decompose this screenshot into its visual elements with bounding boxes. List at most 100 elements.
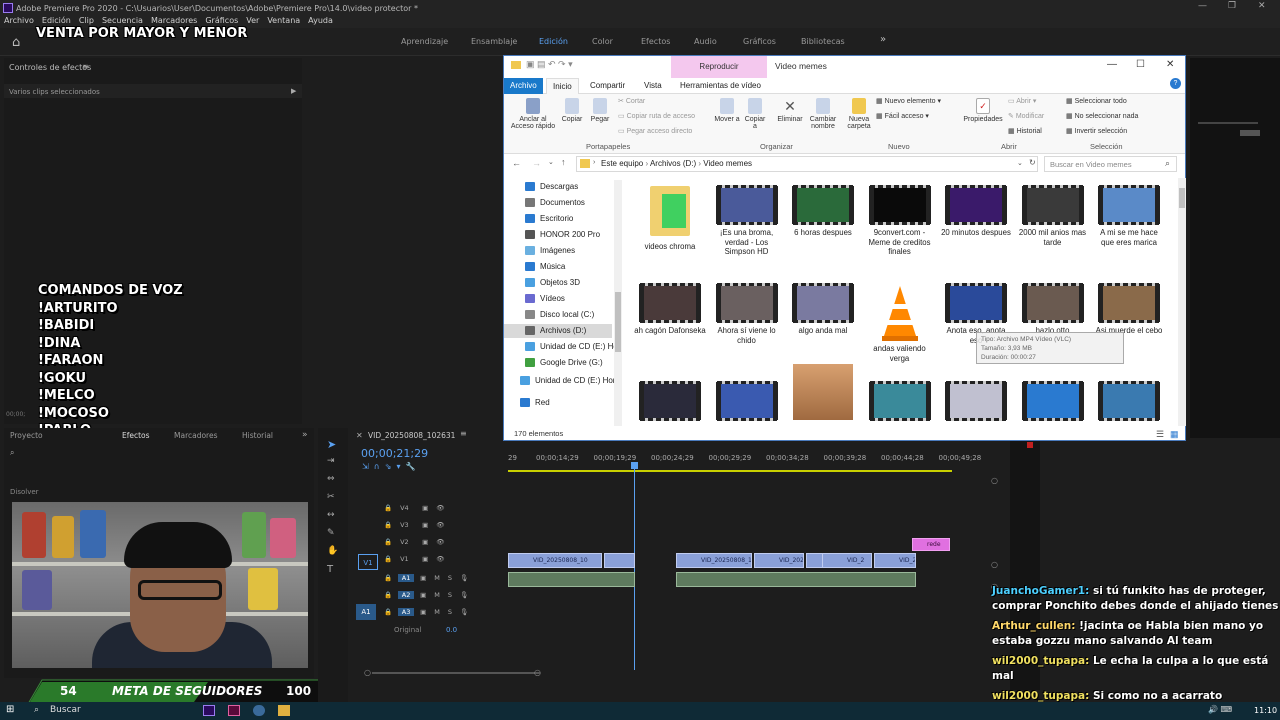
properties-button[interactable]: ✓ Propiedades: [960, 98, 1006, 123]
workspace-tab-0[interactable]: Aprendizaje: [401, 37, 448, 46]
file-item-9[interactable]: algo anda mal: [787, 283, 859, 336]
paste-shortcut-button[interactable]: ▭ Pegar acceso directo: [618, 127, 692, 135]
file-item-17[interactable]: [864, 381, 936, 424]
breadcrumb-1[interactable]: Archivos (D:): [650, 159, 696, 168]
help-icon[interactable]: ?: [1170, 78, 1181, 89]
hand-tool-icon[interactable]: ✋: [327, 546, 338, 556]
mic-icon[interactable]: 🎙: [460, 608, 468, 616]
workspace-tab-1[interactable]: Ensamblaje: [471, 37, 517, 46]
sync-icon[interactable]: ▣: [420, 591, 426, 599]
playhead-timecode[interactable]: 00;00;21;29: [361, 447, 428, 460]
effect-controls-title[interactable]: Controles de efectos: [9, 63, 91, 72]
breadcrumb-0[interactable]: Este equipo: [601, 159, 643, 168]
open-button[interactable]: ▭ Abrir ▾: [1008, 97, 1036, 105]
clip-v1-0[interactable]: VID_20250808_10: [508, 553, 602, 568]
address-dropdown-icon[interactable]: ⌄: [1017, 159, 1023, 167]
address-bar[interactable]: › Este equipo › Archivos (D:) › Video me…: [576, 156, 1038, 172]
original-value[interactable]: 0.0: [446, 626, 457, 634]
history-button[interactable]: ▦ Historial: [1008, 127, 1042, 135]
file-item-0[interactable]: videos chroma: [634, 186, 706, 252]
project-tab-1[interactable]: Efectos: [122, 431, 150, 440]
mute-button[interactable]: M: [434, 574, 440, 582]
ripple-edit-tool-icon[interactable]: ⇔: [327, 474, 335, 484]
premiere-taskbar-icon[interactable]: [203, 705, 215, 716]
nav-item-3[interactable]: HONOR 200 Pro: [525, 228, 600, 242]
close-icon[interactable]: ✕: [1258, 1, 1266, 11]
ribbon-tab-1[interactable]: Inicio: [546, 78, 579, 94]
select-all-button[interactable]: ▦ Seleccionar todo: [1066, 97, 1127, 105]
invert-selection-button[interactable]: ▦ Invertir selección: [1066, 127, 1127, 135]
play-only-icon[interactable]: ▶: [291, 87, 296, 95]
file-item-10[interactable]: andas valiendo verga: [864, 284, 936, 363]
sync-icon[interactable]: ▣: [420, 574, 426, 582]
project-tab-3[interactable]: Historial: [242, 431, 273, 440]
menu-item-7[interactable]: Ventana: [267, 16, 300, 28]
file-item-12[interactable]: hazlo otto: [1017, 283, 1089, 336]
explorer-search-box[interactable]: Buscar en Video memes ⌕: [1044, 156, 1177, 172]
clip-v2[interactable]: rede: [912, 538, 950, 551]
forward-icon[interactable]: →: [532, 158, 541, 168]
clip-v1-5[interactable]: VID_2: [822, 553, 872, 568]
move-to-button[interactable]: Mover a: [714, 98, 740, 123]
nav-scrollbar[interactable]: [614, 180, 622, 426]
mute-button[interactable]: M: [434, 591, 440, 599]
new-item-button[interactable]: ▦ Nuevo elemento ▾: [876, 97, 941, 105]
ribbon-tab-0[interactable]: Archivo: [504, 78, 543, 94]
easy-access-button[interactable]: ▦ Fácil acceso ▾: [876, 112, 929, 120]
menu-item-8[interactable]: Ayuda: [308, 16, 333, 28]
explorer-close-icon[interactable]: ✕: [1166, 59, 1174, 70]
up-icon[interactable]: ↑: [561, 157, 566, 167]
nav-item-2[interactable]: Escritorio: [525, 212, 573, 226]
lock-icon[interactable]: 🔒: [384, 608, 392, 616]
clip-v1-6[interactable]: VID_20: [874, 553, 916, 568]
clip-v1-3[interactable]: VID_2025: [754, 553, 804, 568]
file-item-2[interactable]: 6 horas despues: [787, 185, 859, 238]
pen-tool-icon[interactable]: ✎: [327, 528, 335, 538]
type-tool-icon[interactable]: T: [327, 564, 333, 575]
panel-menu-icon[interactable]: ≡: [82, 62, 89, 71]
nav-item-11[interactable]: Google Drive (G:): [525, 356, 603, 370]
paste-button[interactable]: Pegar: [588, 98, 612, 123]
lock-icon[interactable]: 🔒: [384, 538, 392, 546]
close-sequence-icon[interactable]: ✕: [356, 431, 363, 440]
solo-button[interactable]: S: [448, 591, 452, 599]
file-item-6[interactable]: A mi se me hace que eres marica: [1093, 185, 1165, 247]
sync-icon[interactable]: ▣: [422, 504, 428, 512]
nav-item-6[interactable]: Objetos 3D: [525, 276, 580, 290]
lock-icon[interactable]: 🔒: [384, 591, 392, 599]
taskbar-search-box[interactable]: Buscar: [50, 705, 81, 715]
file-item-8[interactable]: Ahora sí viene lo chido: [711, 283, 783, 345]
refresh-icon[interactable]: ↻: [1029, 158, 1036, 167]
solo-button[interactable]: S: [448, 574, 452, 582]
sync-icon[interactable]: ▣: [422, 521, 428, 529]
file-item-14[interactable]: [634, 381, 706, 424]
explorer-maximize-icon[interactable]: ☐: [1136, 59, 1145, 70]
contextual-tab-reproducir[interactable]: Reproducir: [671, 56, 767, 78]
cut-button[interactable]: ✂ Cortar: [618, 97, 645, 105]
sequence-tab[interactable]: VID_20250808_102631: [368, 431, 455, 440]
sync-icon[interactable]: ▣: [422, 555, 428, 563]
nav-item-12[interactable]: Unidad de CD (E:) Hon: [520, 374, 617, 388]
delete-button[interactable]: ✕ Eliminar: [774, 98, 806, 123]
nav-item-9[interactable]: Archivos (D:): [504, 324, 612, 338]
project-tab-2[interactable]: Marcadores: [174, 431, 218, 440]
file-item-1[interactable]: ¡Es una broma, verdad - Los Simpson HD: [711, 185, 783, 257]
explorer-taskbar-icon[interactable]: [278, 705, 290, 716]
lock-icon[interactable]: 🔒: [384, 555, 392, 563]
tray-icons[interactable]: 🔊 ⌨: [1208, 705, 1232, 714]
rename-button[interactable]: Cambiar nombre: [806, 98, 840, 130]
large-icons-view-icon[interactable]: ▦: [1170, 428, 1179, 440]
new-folder-button[interactable]: Nueva carpeta: [844, 98, 874, 130]
workspace-tab-6[interactable]: Gráficos: [743, 37, 776, 46]
video-source-patch[interactable]: V1: [358, 554, 378, 570]
copy-path-button[interactable]: ▭ Copiar ruta de acceso: [618, 112, 695, 120]
more-workspaces-icon[interactable]: »: [880, 34, 886, 45]
eye-icon[interactable]: 👁: [436, 504, 444, 512]
quick-access-toolbar-icons[interactable]: ▣ ▤ ↶ ↷ ▾: [526, 59, 573, 70]
copy-button[interactable]: Copiar: [560, 98, 584, 123]
razor-tool-icon[interactable]: ✂: [327, 492, 335, 502]
workspace-tab-5[interactable]: Audio: [694, 37, 717, 46]
time-ruler[interactable]: 29 00;00;14;29 00;00;19;29 00;00;24;29 00;00…: [508, 454, 998, 468]
file-item-15[interactable]: [711, 381, 783, 424]
clip-v1-2[interactable]: VID_20250808_102: [676, 553, 752, 568]
